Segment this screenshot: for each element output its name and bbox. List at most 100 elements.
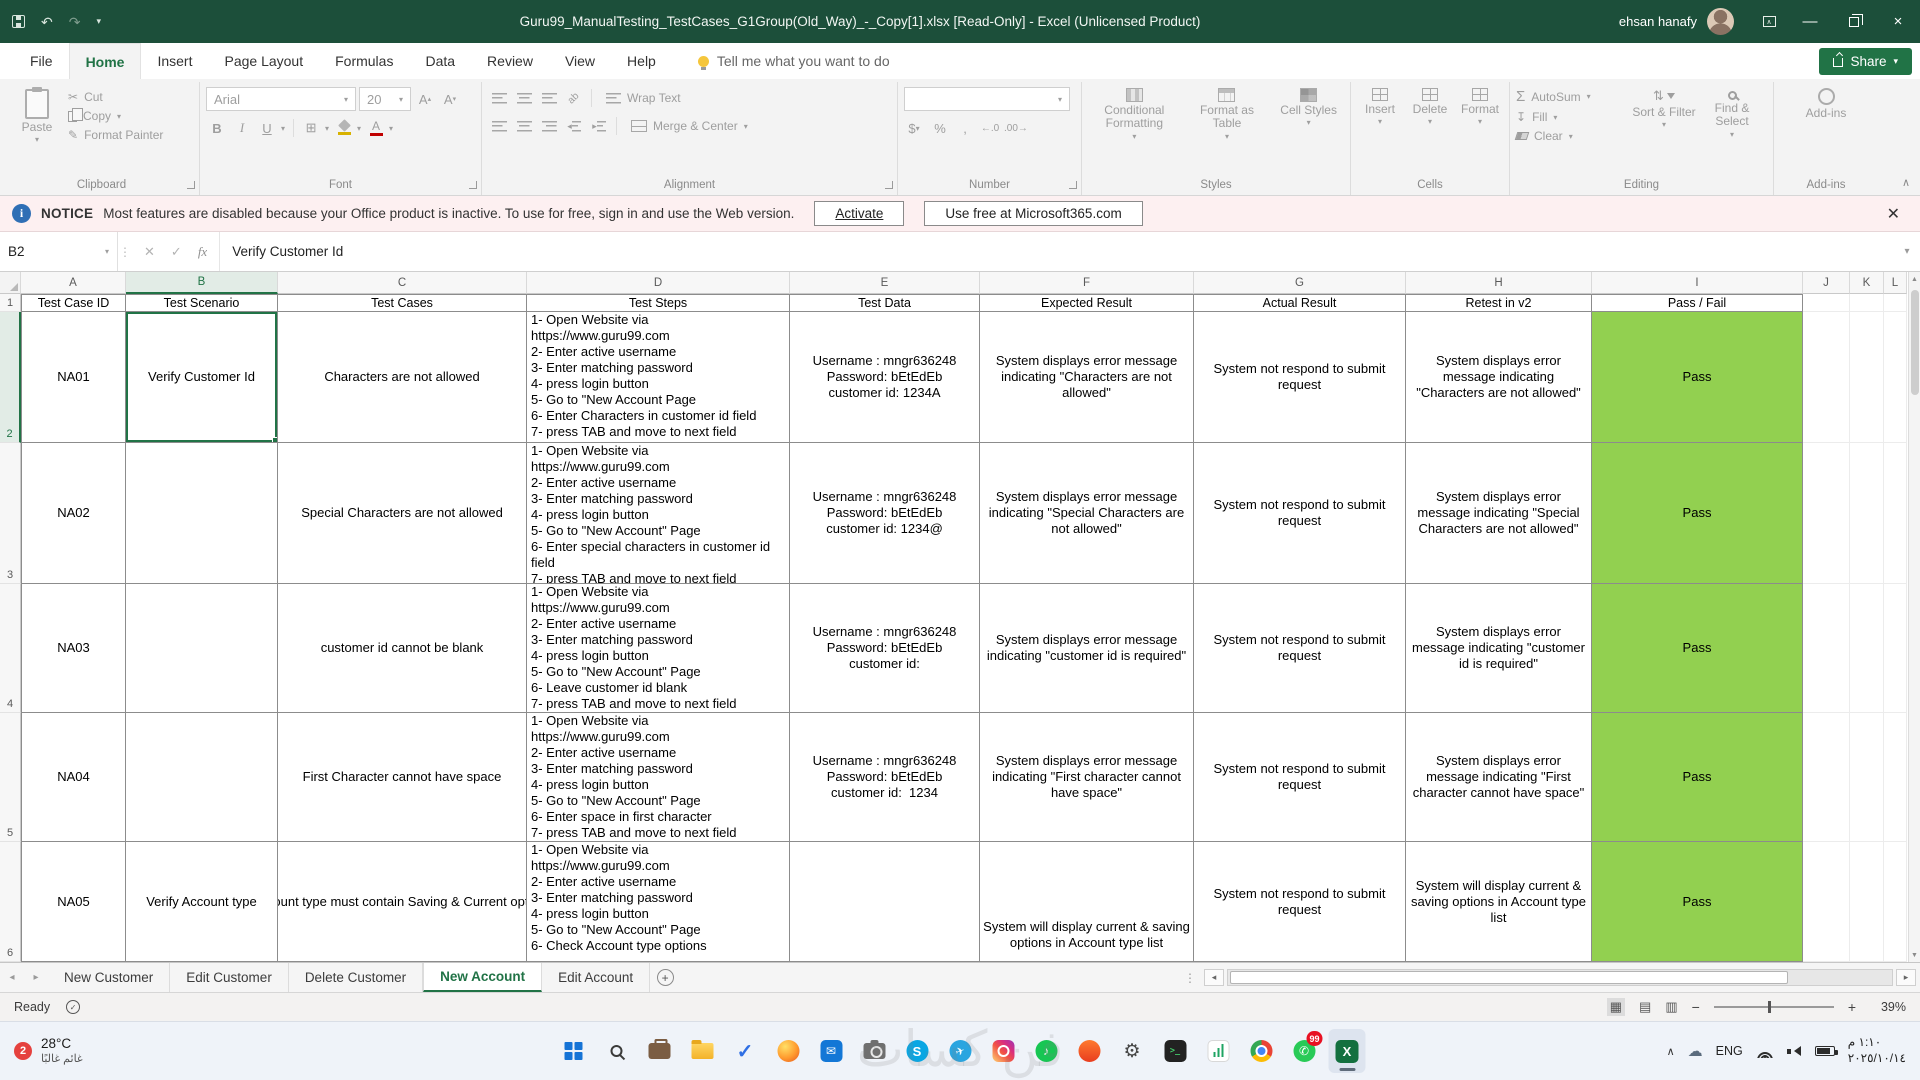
cell-NA02-steps[interactable]: 1- Open Website via https://www.guru99.c…	[527, 443, 790, 584]
tab-file[interactable]: File	[14, 43, 69, 79]
cell-NA05-id[interactable]: NA05	[21, 842, 126, 962]
row-number-6[interactable]: 6	[0, 842, 21, 962]
header-actual-result[interactable]: Actual Result	[1194, 294, 1406, 312]
empty-cell[interactable]	[1884, 584, 1907, 713]
ribbon-display-options-button[interactable]: ∧	[1750, 0, 1788, 43]
tab-formulas[interactable]: Formulas	[319, 43, 409, 79]
header-empty-cell[interactable]	[1803, 294, 1850, 312]
share-button[interactable]: Share ▾	[1819, 48, 1912, 75]
skype[interactable]: S	[899, 1029, 936, 1073]
grow-font-button[interactable]: A▴	[414, 88, 436, 110]
instagram[interactable]	[985, 1029, 1022, 1073]
number-dialog-launcher[interactable]	[1069, 181, 1077, 189]
zoom-level[interactable]: 39%	[1870, 1000, 1906, 1014]
top-align-button[interactable]	[488, 87, 510, 109]
empty-cell[interactable]	[1884, 443, 1907, 584]
cell-NA05-steps[interactable]: 1- Open Website via https://www.guru99.c…	[527, 842, 790, 962]
cancel-entry-icon[interactable]: ✕	[144, 244, 155, 260]
cell-NA01-scenario[interactable]: Verify Customer Id	[126, 312, 278, 443]
redo-button[interactable]: ↷	[69, 15, 81, 29]
column-header-E[interactable]: E	[790, 272, 980, 294]
merge-center-button[interactable]: Merge & Center▾	[631, 119, 750, 133]
italic-button[interactable]: I	[231, 117, 253, 139]
cell-NA03-steps[interactable]: 1- Open Website via https://www.guru99.c…	[527, 584, 790, 713]
empty-cell[interactable]	[1803, 584, 1850, 713]
paste-button[interactable]: Paste ▾	[10, 84, 64, 144]
column-header-B[interactable]: B	[126, 272, 278, 294]
cell-NA03-retest[interactable]: System displays error message indicating…	[1406, 584, 1592, 713]
formula-input[interactable]: Verify Customer Id	[219, 232, 1894, 271]
volume-icon[interactable]	[1787, 1045, 1802, 1058]
expand-formula-bar-icon[interactable]: ▾	[1894, 232, 1920, 271]
empty-cell[interactable]	[1884, 713, 1907, 842]
empty-cell[interactable]	[1803, 842, 1850, 962]
header-test-case-id[interactable]: Test Case ID	[21, 294, 126, 312]
cell-NA02-retest[interactable]: System displays error message indicating…	[1406, 443, 1592, 584]
cell-styles-button[interactable]: Cell Styles ▾	[1276, 84, 1342, 127]
cell-NA01-steps[interactable]: 1- Open Website via https://www.guru99.c…	[527, 312, 790, 443]
firefox[interactable]	[770, 1029, 807, 1073]
empty-cell[interactable]	[1850, 443, 1884, 584]
fill-color-button[interactable]	[334, 117, 354, 139]
battery-icon[interactable]	[1815, 1046, 1835, 1056]
cut-button[interactable]: ✂Cut	[68, 90, 163, 104]
increase-decimal-button[interactable]: ←.0	[979, 117, 1001, 139]
cell-NA03-expected[interactable]: System displays error message indicating…	[980, 584, 1194, 713]
cell-NA01-retest[interactable]: System displays error message indicating…	[1406, 312, 1592, 443]
empty-cell[interactable]	[1850, 713, 1884, 842]
mail-app[interactable]: ✉	[813, 1029, 850, 1073]
cell-NA03-test_data[interactable]: Username : mngr636248 Password: bEtEdEb …	[790, 584, 980, 713]
tab-page-layout[interactable]: Page Layout	[208, 43, 319, 79]
minimize-button[interactable]: —	[1788, 0, 1832, 43]
font-dialog-launcher[interactable]	[469, 181, 477, 189]
scroll-left-icon[interactable]: ◂	[1204, 969, 1224, 986]
cell-NA05-test_data[interactable]	[790, 842, 980, 962]
find-select-button[interactable]: Find & Select ▾	[1700, 84, 1764, 139]
cell-NA05-result[interactable]: Pass	[1592, 842, 1803, 962]
cell-NA05-actual[interactable]: System not respond to submit request	[1194, 842, 1406, 962]
font-size-select[interactable]: 20▾	[359, 87, 411, 111]
accounting-format-button[interactable]: $▾	[904, 117, 926, 139]
column-header-K[interactable]: K	[1850, 272, 1884, 294]
tab-help[interactable]: Help	[611, 43, 672, 79]
clipboard-dialog-launcher[interactable]	[187, 181, 195, 189]
cell-NA04-test_case[interactable]: First Character cannot have space	[278, 713, 527, 842]
comma-style-button[interactable]: ,	[954, 117, 976, 139]
column-header-I[interactable]: I	[1592, 272, 1803, 294]
empty-cell[interactable]	[1850, 842, 1884, 962]
borders-button[interactable]: ⊞	[300, 117, 322, 139]
align-center-button[interactable]	[513, 115, 535, 137]
number-format-select[interactable]: ▾	[904, 87, 1070, 111]
column-header-L[interactable]: L	[1884, 272, 1907, 294]
format-cells-button[interactable]: Format ▾	[1457, 84, 1503, 126]
zoom-in-button[interactable]: +	[1848, 999, 1856, 1015]
header-retest-in-v2[interactable]: Retest in v2	[1406, 294, 1592, 312]
decrease-decimal-button[interactable]: .00→	[1004, 117, 1028, 139]
sheet-tab-edit-customer[interactable]: Edit Customer	[170, 963, 289, 992]
brave-browser[interactable]	[1071, 1029, 1108, 1073]
header-expected-result[interactable]: Expected Result	[980, 294, 1194, 312]
row-number-2[interactable]: 2	[0, 312, 21, 443]
cell-NA02-actual[interactable]: System not respond to submit request	[1194, 443, 1406, 584]
wrap-text-button[interactable]: Wrap Text	[606, 91, 681, 105]
excel[interactable]: X	[1329, 1029, 1366, 1073]
cell-NA02-test_case[interactable]: Special Characters are not allowed	[278, 443, 527, 584]
tell-me-box[interactable]: Tell me what you want to do	[698, 43, 890, 79]
fill-button[interactable]: ↧Fill▾	[1516, 110, 1628, 124]
conditional-formatting-button[interactable]: Conditional Formatting ▾	[1090, 84, 1178, 141]
cell-NA04-scenario[interactable]	[126, 713, 278, 842]
header-test-data[interactable]: Test Data	[790, 294, 980, 312]
decrease-indent-button[interactable]: ◂	[563, 115, 585, 137]
alignment-dialog-launcher[interactable]	[885, 181, 893, 189]
tab-review[interactable]: Review	[471, 43, 549, 79]
scroll-right-icon[interactable]: ▸	[1896, 969, 1916, 986]
scroll-up-icon[interactable]: ▲	[1909, 272, 1920, 286]
settings[interactable]: ⚙	[1114, 1029, 1151, 1073]
tab-insert[interactable]: Insert	[141, 43, 208, 79]
orientation-button[interactable]: ab	[563, 87, 585, 109]
addins-button[interactable]: Add-ins	[1796, 84, 1856, 120]
cell-NA02-result[interactable]: Pass	[1592, 443, 1803, 584]
tab-split-handle[interactable]: ⋮	[1179, 971, 1201, 985]
restore-button[interactable]	[1832, 0, 1876, 43]
cell-NA02-scenario[interactable]	[126, 443, 278, 584]
